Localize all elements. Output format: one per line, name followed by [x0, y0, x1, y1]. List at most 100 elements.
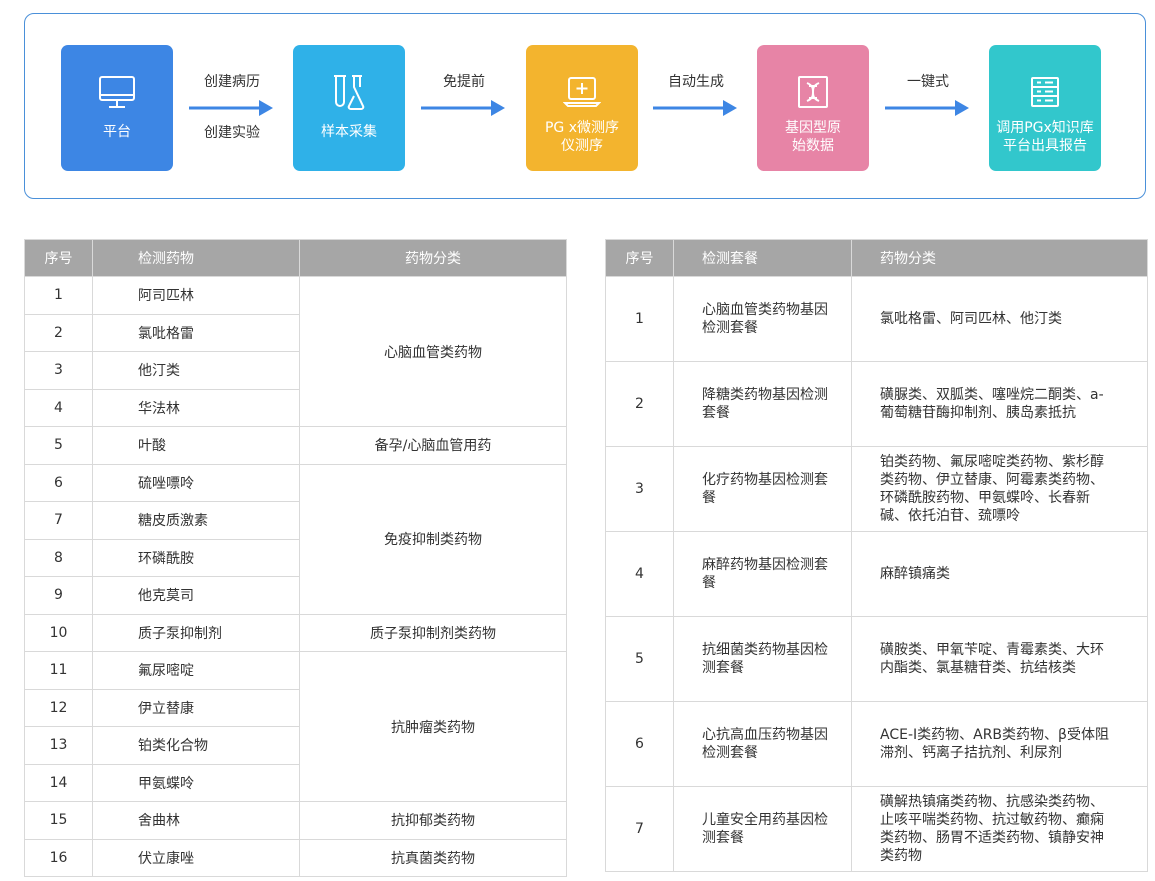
- package-table: 序号 检测套餐 药物分类 1 心脑血管类药物基因检测套餐 氯吡格雷、阿司匹林、他…: [605, 239, 1148, 872]
- cell-category: 磺解热镇痛类药物、抗感染类药物、止咳平喘类药物、抗过敏药物、癫痫类药物、肠胃不适…: [851, 786, 1148, 872]
- cell-drug: 糖皮质激素: [92, 501, 300, 540]
- cell-drug: 硫唑嘌呤: [92, 463, 300, 502]
- cell-package: 儿童安全用药基因检测套餐: [673, 786, 852, 872]
- step-sample-collection: 样本采集: [293, 45, 405, 171]
- cell-no: 7: [24, 501, 93, 540]
- cell-no: 15: [24, 801, 93, 840]
- header-drug: 检测药物: [92, 239, 300, 277]
- cell-drug: 质子泵抑制剂: [92, 613, 300, 652]
- cell-no: 16: [24, 838, 93, 877]
- cell-drug: 氟尿嘧啶: [92, 651, 300, 690]
- table-header-row: 序号 检测套餐 药物分类: [605, 239, 1148, 277]
- cell-package: 化疗药物基因检测套餐: [673, 446, 852, 532]
- arrow-label-bottom: 创建实验: [204, 125, 260, 141]
- arrow-right-icon: [653, 100, 737, 116]
- cell-no: 5: [605, 616, 674, 702]
- arrow-label-top: 免提前: [443, 74, 485, 90]
- cell-drug: 舍曲林: [92, 801, 300, 840]
- cell-category: 磺胺类、甲氧苄啶、青霉素类、大环内酯类、氯基糖苷类、抗结核类: [851, 616, 1148, 702]
- cell-no: 1: [24, 276, 93, 315]
- arrow-3: 自动生成: [653, 73, 739, 118]
- cell-category: 免疫抑制类药物: [299, 463, 567, 615]
- cell-category: 心脑血管类药物: [299, 276, 567, 427]
- cell-no: 6: [24, 463, 93, 502]
- cell-drug: 他克莫司: [92, 576, 300, 615]
- table-row: 4 麻醉药物基因检测套餐 麻醉镇痛类: [605, 531, 1148, 617]
- cell-no: 7: [605, 786, 674, 872]
- cell-no: 3: [605, 446, 674, 532]
- cell-category: 铂类药物、氟尿嘧啶类药物、紫杉醇类药物、伊立替康、阿霉素类药物、环磷酰胺药物、甲…: [851, 446, 1148, 532]
- table-row: 6 心抗高血压药物基因检测套餐 ACE-I类药物、ARB类药物、β受体阻滞剂、钙…: [605, 701, 1148, 787]
- arrow-label-top: 自动生成: [668, 74, 724, 90]
- dna-document-icon: [796, 73, 830, 111]
- table-header-row: 序号 检测药物 药物分类: [24, 239, 567, 277]
- cell-no: 11: [24, 651, 93, 690]
- cell-drug: 伏立康唑: [92, 838, 300, 877]
- test-tube-flask-icon: [330, 73, 368, 111]
- cell-no: 1: [605, 276, 674, 362]
- header-no: 序号: [24, 239, 93, 277]
- cell-drug: 华法林: [92, 388, 300, 427]
- cell-category: 质子泵抑制剂类药物: [299, 613, 567, 652]
- cell-no: 9: [24, 576, 93, 615]
- table-row: 5 抗细菌类药物基因检测套餐 磺胺类、甲氧苄啶、青霉素类、大环内酯类、氯基糖苷类…: [605, 616, 1148, 702]
- cell-no: 5: [24, 426, 93, 465]
- cell-category: 抗抑郁类药物: [299, 801, 567, 840]
- workflow-panel: 平台 样本采集 PG x微测序 仪测序 基因型原 始数据 调用PGx知识库 平台…: [24, 13, 1146, 199]
- cell-no: 2: [24, 313, 93, 352]
- cell-category: 磺脲类、双胍类、噻唑烷二酮类、a-葡萄糖苷酶抑制剂、胰岛素抵抗: [851, 361, 1148, 447]
- cell-no: 14: [24, 763, 93, 802]
- cell-category: 麻醉镇痛类: [851, 531, 1148, 617]
- cell-no: 6: [605, 701, 674, 787]
- cell-package: 心脑血管类药物基因检测套餐: [673, 276, 852, 362]
- cell-no: 3: [24, 351, 93, 390]
- step-label: 基因型原 始数据: [785, 120, 841, 154]
- table-row: 15 舍曲林 抗抑郁类药物: [24, 801, 567, 840]
- cell-drug: 铂类化合物: [92, 726, 300, 765]
- cell-drug: 叶酸: [92, 426, 300, 465]
- arrow-4: 一键式: [885, 73, 971, 118]
- cell-package: 抗细菌类药物基因检测套餐: [673, 616, 852, 702]
- cell-no: 4: [24, 388, 93, 427]
- header-category: 药物分类: [851, 239, 1148, 277]
- table-row: 2 降糖类药物基因检测套餐 磺脲类、双胍类、噻唑烷二酮类、a-葡萄糖苷酶抑制剂、…: [605, 361, 1148, 447]
- step-pgx-sequencing: PG x微测序 仪测序: [526, 45, 638, 171]
- cell-category: 抗肿瘤类药物: [299, 651, 567, 802]
- cell-category: 备孕/心脑血管用药: [299, 426, 567, 465]
- table-row: 5 叶酸 备孕/心脑血管用药: [24, 426, 567, 465]
- cell-drug: 甲氨蝶呤: [92, 763, 300, 802]
- table-row: 10 质子泵抑制剂 质子泵抑制剂类药物: [24, 613, 567, 652]
- cell-drug: 阿司匹林: [92, 276, 300, 315]
- step-label: PG x微测序 仪测序: [544, 120, 620, 154]
- cell-package: 麻醉药物基因检测套餐: [673, 531, 852, 617]
- table-row: 7 儿童安全用药基因检测套餐 磺解热镇痛类药物、抗感染类药物、止咳平喘类药物、抗…: [605, 786, 1148, 872]
- step-label: 平台: [103, 124, 131, 140]
- step-label: 调用PGx知识库 平台出具报告: [996, 120, 1094, 154]
- cell-no: 4: [605, 531, 674, 617]
- step-platform: 平台: [61, 45, 173, 171]
- cell-no: 8: [24, 538, 93, 577]
- table-row: 1 心脑血管类药物基因检测套餐 氯吡格雷、阿司匹林、他汀类: [605, 276, 1148, 362]
- monitor-icon: [98, 73, 136, 111]
- arrow-2: 免提前: [421, 73, 507, 118]
- step-genotype-raw-data: 基因型原 始数据: [757, 45, 869, 171]
- arrow-right-icon: [421, 100, 505, 116]
- arrow-label-top: 创建病历: [204, 74, 260, 90]
- cell-category: 抗真菌类药物: [299, 838, 567, 877]
- cell-drug: 环磷酰胺: [92, 538, 300, 577]
- cell-drug: 他汀类: [92, 351, 300, 390]
- server-list-icon: [1029, 73, 1061, 111]
- cell-no: 13: [24, 726, 93, 765]
- step-pgx-report: 调用PGx知识库 平台出具报告: [989, 45, 1101, 171]
- table-row: 3 化疗药物基因检测套餐 铂类药物、氟尿嘧啶类药物、紫杉醇类药物、伊立替康、阿霉…: [605, 446, 1148, 532]
- header-no: 序号: [605, 239, 674, 277]
- cell-no: 10: [24, 613, 93, 652]
- table-row: 16 伏立康唑 抗真菌类药物: [24, 838, 567, 877]
- step-label: 样本采集: [321, 124, 377, 140]
- header-package: 检测套餐: [673, 239, 852, 277]
- cell-no: 2: [605, 361, 674, 447]
- cell-category: ACE-I类药物、ARB类药物、β受体阻滞剂、钙离子拮抗剂、利尿剂: [851, 701, 1148, 787]
- cell-drug: 氯吡格雷: [92, 313, 300, 352]
- cell-category: 氯吡格雷、阿司匹林、他汀类: [851, 276, 1148, 362]
- cell-drug: 伊立替康: [92, 688, 300, 727]
